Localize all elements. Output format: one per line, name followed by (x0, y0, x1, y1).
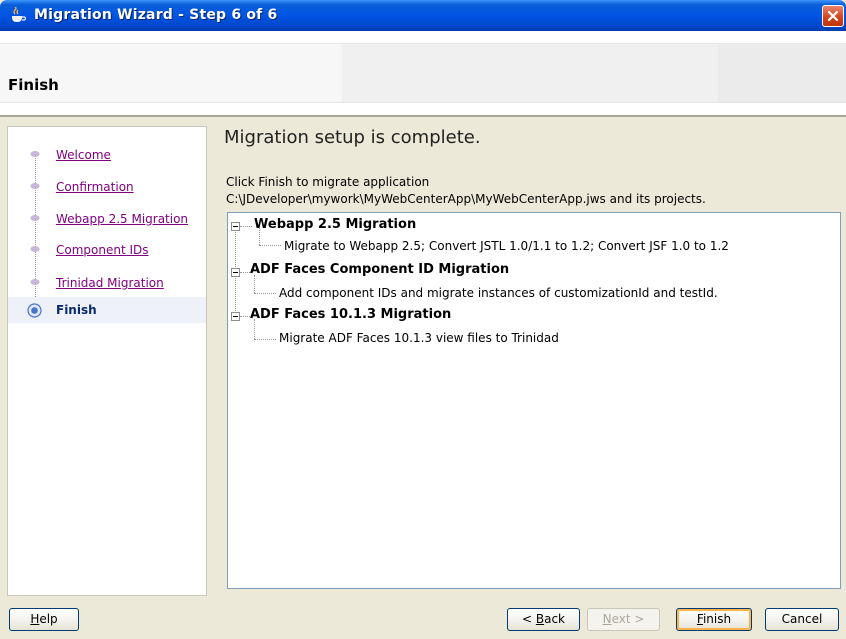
step-bullet-icon (30, 215, 40, 221)
finish-button[interactable]: Finish (676, 608, 752, 631)
tree-leaf-webapp-migration[interactable]: Migrate to Webapp 2.5; Convert JSTL 1.0/… (284, 239, 729, 253)
step-bullet-icon (30, 246, 40, 252)
nav-link-confirmation[interactable]: Confirmation (56, 180, 134, 194)
nav-link-webapp-migration[interactable]: Webapp 2.5 Migration (56, 212, 188, 226)
wizard-steps-nav: Welcome Confirmation Webapp 2.5 Migratio… (7, 126, 207, 596)
window-title: Migration Wizard - Step 6 of 6 (34, 7, 278, 23)
close-icon (827, 10, 839, 22)
header-divider (0, 115, 846, 117)
nav-label-finish: Finish (56, 303, 97, 317)
next-button[interactable]: Next > (587, 608, 660, 631)
nav-item-trinidad-migration[interactable]: Trinidad Migration (8, 268, 206, 294)
wizard-header: Finish (0, 31, 846, 116)
tree-connector (254, 293, 276, 294)
tree-leaf-adf-faces-migration[interactable]: Migrate ADF Faces 10.1.3 view files to T… (279, 331, 559, 345)
tree-connector (254, 339, 276, 340)
migration-summary-tree[interactable]: Webapp 2.5 Migration Migrate to Webapp 2… (227, 212, 841, 589)
header-banner-segment (718, 44, 846, 102)
step-bullet-icon (30, 279, 40, 285)
collapse-icon[interactable] (231, 312, 240, 321)
help-label: elp (39, 612, 58, 626)
nav-link-welcome[interactable]: Welcome (56, 148, 111, 162)
completion-heading: Migration setup is complete. (224, 127, 481, 148)
tree-node-adf-faces-migration[interactable]: ADF Faces 10.1.3 Migration (250, 307, 451, 322)
tree-node-webapp-migration[interactable]: Webapp 2.5 Migration (254, 217, 416, 232)
step-bullet-icon (30, 183, 40, 189)
tree-connector (240, 226, 252, 227)
back-button[interactable]: < Back (507, 608, 580, 631)
nav-item-component-ids[interactable]: Component IDs (8, 235, 206, 261)
back-prefix: < (521, 612, 536, 626)
current-step-icon (27, 303, 42, 318)
nav-item-finish[interactable]: Finish (8, 297, 206, 323)
nav-item-confirmation[interactable]: Confirmation (8, 172, 206, 198)
cancel-button[interactable]: Cancel (765, 608, 839, 631)
tree-leaf-component-id-migration[interactable]: Add component IDs and migrate instances … (279, 286, 718, 300)
title-bar: Migration Wizard - Step 6 of 6 (0, 0, 846, 31)
back-mnemonic: B (535, 612, 545, 626)
header-banner (0, 43, 846, 103)
application-path-text: C:\JDeveloper\mywork\MyWebCenterApp\MyWe… (226, 192, 706, 206)
nav-item-welcome[interactable]: Welcome (8, 140, 206, 166)
help-mnemonic: H (30, 612, 40, 626)
help-button[interactable]: Help (9, 608, 79, 631)
nav-link-trinidad-migration[interactable]: Trinidad Migration (56, 276, 164, 290)
nav-link-component-ids[interactable]: Component IDs (56, 243, 149, 257)
header-banner-segment (342, 44, 718, 102)
back-label: ack (544, 612, 565, 626)
tree-connector (259, 245, 281, 246)
finish-label: inish (702, 612, 732, 626)
java-cup-icon (12, 7, 27, 22)
next-label: ext > (611, 612, 645, 626)
tree-node-component-id-migration[interactable]: ADF Faces Component ID Migration (250, 262, 509, 277)
collapse-icon[interactable] (231, 222, 240, 231)
collapse-icon[interactable] (231, 268, 240, 277)
step-bullet-icon (30, 151, 40, 157)
next-mnemonic: N (602, 612, 612, 626)
instruction-text: Click Finish to migrate application (226, 175, 430, 189)
nav-item-webapp-migration[interactable]: Webapp 2.5 Migration (8, 204, 206, 230)
page-title: Finish (8, 76, 59, 94)
close-button[interactable] (822, 5, 844, 27)
tree-connector (254, 319, 255, 339)
tree-connector (254, 275, 255, 293)
